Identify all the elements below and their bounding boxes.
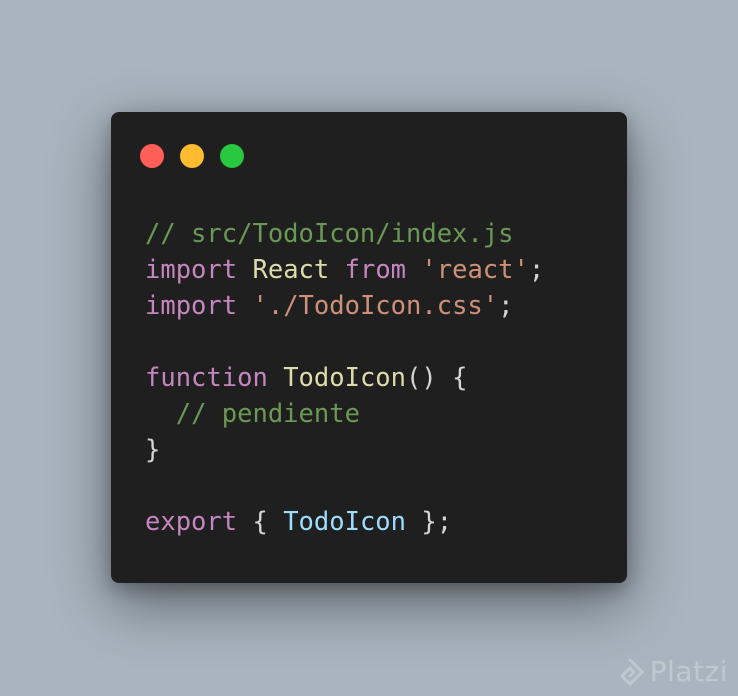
code-line: export { TodoIcon }; bbox=[145, 504, 544, 540]
code-token-comment: // pendiente bbox=[175, 399, 360, 429]
code-token-plain: { bbox=[237, 507, 284, 537]
code-line: } bbox=[145, 432, 544, 468]
code-token-keyword: import bbox=[145, 291, 238, 321]
code-line: // pendiente bbox=[145, 396, 544, 432]
code-line: import './TodoIcon.css'; bbox=[145, 288, 544, 324]
code-line: import React from 'react'; bbox=[145, 252, 544, 288]
code-token-comment: // src/TodoIcon/index.js bbox=[145, 219, 514, 249]
code-token-plain: }; bbox=[406, 507, 453, 537]
code-line: function TodoIcon() { bbox=[145, 360, 544, 396]
code-line: // src/TodoIcon/index.js bbox=[145, 216, 544, 252]
maximize-dot-icon bbox=[220, 144, 244, 168]
code-token-plain: ; bbox=[498, 291, 514, 321]
platzi-logo-icon bbox=[620, 658, 644, 685]
code-window: // src/TodoIcon/index.js import React fro… bbox=[111, 112, 627, 583]
code-token-ident: TodoIcon bbox=[283, 363, 407, 393]
code-block: // src/TodoIcon/index.js import React fro… bbox=[145, 216, 544, 540]
code-token-string: 'react' bbox=[421, 255, 529, 285]
close-dot-icon bbox=[140, 144, 164, 168]
code-token-plain: () { bbox=[406, 363, 468, 393]
code-token-plain: ; bbox=[528, 255, 545, 285]
code-token-var: TodoIcon bbox=[283, 507, 407, 537]
code-token-string: './TodoIcon.css' bbox=[252, 291, 499, 321]
platzi-watermark: Platzi bbox=[616, 655, 728, 688]
watermark-text: Platzi bbox=[649, 655, 728, 688]
minimize-dot-icon bbox=[180, 144, 204, 168]
code-token-ident: React bbox=[252, 255, 330, 285]
code-token-plain: } bbox=[145, 435, 161, 465]
code-token-keyword: export bbox=[145, 507, 238, 537]
window-controls bbox=[140, 144, 244, 168]
code-token-keyword: from bbox=[344, 255, 407, 285]
code-token-keyword: import bbox=[145, 255, 238, 285]
code-token-keyword: function bbox=[145, 363, 268, 393]
